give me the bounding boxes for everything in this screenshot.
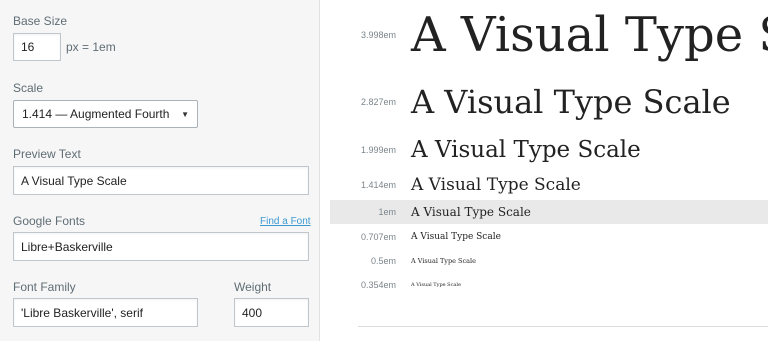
font-family-input[interactable]: 'Libre Baskerville', serif bbox=[13, 298, 198, 327]
scale-row-sample: A Visual Type Scale bbox=[411, 282, 461, 288]
find-a-font-link[interactable]: Find a Font bbox=[260, 216, 311, 227]
scale-row: 2.827em A Visual Type Scale bbox=[330, 80, 768, 124]
scale-row-sample: A Visual Type Scale bbox=[411, 137, 641, 163]
scale-row-em: 2.827em bbox=[360, 97, 396, 107]
scale-row-em: 1em bbox=[378, 207, 396, 217]
scale-select[interactable]: 1.414 — Augmented Fourth ▼ bbox=[13, 100, 198, 128]
scale-row-sample: A Visual Type Scale bbox=[411, 7, 768, 63]
scale-row: 1.414em A Visual Type Scale bbox=[330, 172, 768, 198]
scale-select-value: 1.414 — Augmented Fourth bbox=[22, 107, 170, 121]
scale-row-em: 0.354em bbox=[360, 280, 396, 290]
scale-row: 3.998em A Visual Type Scale bbox=[330, 4, 768, 66]
google-fonts-input[interactable]: Libre+Baskerville bbox=[13, 232, 309, 261]
preview-text-label: Preview Text bbox=[13, 147, 81, 161]
settings-sidebar: Base Size 16 px = 1em Scale 1.414 — Augm… bbox=[0, 0, 320, 341]
scale-row-sample: A Visual Type Scale bbox=[411, 83, 731, 121]
scale-row-em: 1.414em bbox=[360, 180, 396, 190]
font-family-label: Font Family bbox=[13, 280, 76, 294]
scale-row: 0.707em A Visual Type Scale bbox=[330, 228, 768, 246]
scale-row-sample: A Visual Type Scale bbox=[411, 205, 531, 219]
weight-label: Weight bbox=[234, 280, 272, 294]
scale-row-em: 0.5em bbox=[370, 256, 396, 266]
base-size-input[interactable]: 16 bbox=[13, 33, 61, 61]
google-fonts-label: Google Fonts bbox=[13, 214, 86, 228]
base-size-label: Base Size bbox=[13, 14, 68, 28]
scale-row: 0.5em A Visual Type Scale bbox=[330, 253, 768, 269]
chevron-down-icon: ▼ bbox=[181, 109, 189, 119]
scale-row: 1.999em A Visual Type Scale bbox=[330, 133, 768, 167]
scale-row-base: 1em A Visual Type Scale bbox=[330, 200, 768, 224]
scale-row: 0.354em A Visual Type Scale bbox=[330, 277, 768, 293]
scale-row-sample: A Visual Type Scale bbox=[411, 175, 581, 195]
scale-row-sample: A Visual Type Scale bbox=[411, 257, 476, 265]
type-scale-preview: 3.998em A Visual Type Scale 2.827em A Vi… bbox=[330, 0, 768, 341]
scale-row-em: 3.998em bbox=[360, 30, 396, 40]
scale-label: Scale bbox=[13, 81, 44, 95]
scale-row-em: 0.707em bbox=[360, 232, 396, 242]
scale-row-em: 1.999em bbox=[360, 145, 396, 155]
base-size-unit-note: px = 1em bbox=[66, 40, 116, 54]
preview-divider bbox=[358, 326, 768, 327]
scale-row-sample: A Visual Type Scale bbox=[411, 232, 501, 242]
weight-input[interactable]: 400 bbox=[234, 298, 309, 327]
preview-text-input[interactable]: A Visual Type Scale bbox=[13, 166, 309, 195]
